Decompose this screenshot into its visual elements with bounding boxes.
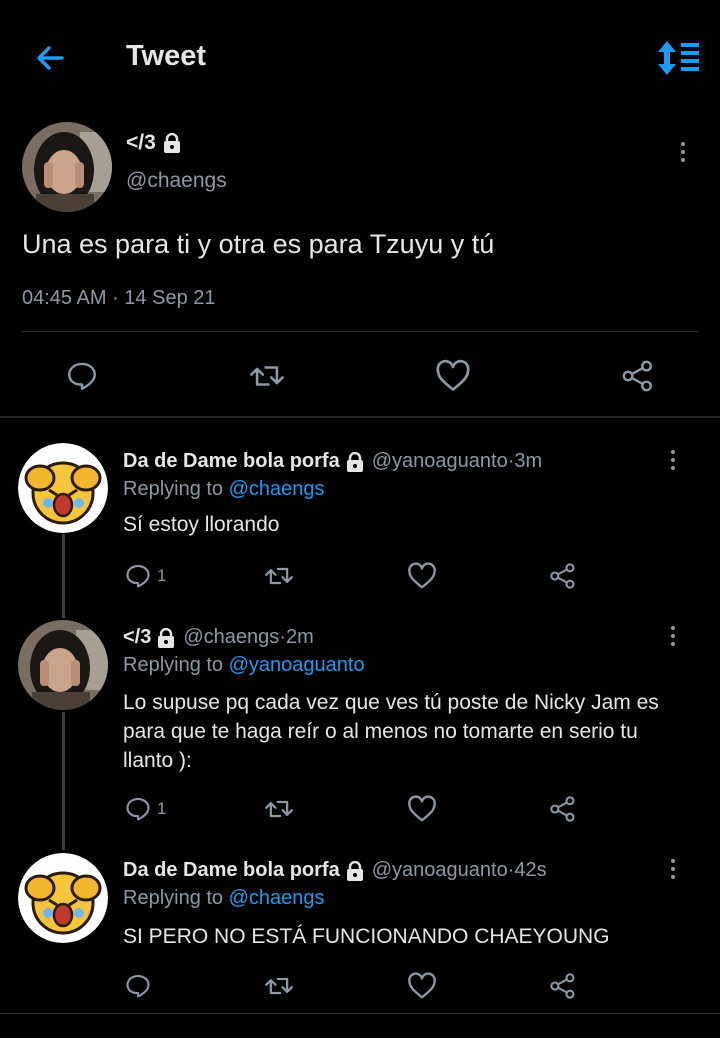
author-handle[interactable]: @yanoaguanto (372, 859, 508, 882)
retweet-button[interactable] (248, 359, 286, 393)
reply-text: Lo supuse pq cada vez que ves tú poste d… (123, 691, 659, 772)
retweet-icon (265, 567, 293, 585)
crying-emoji-avatar-image (18, 443, 108, 533)
more-options-button[interactable] (663, 445, 683, 475)
author-name[interactable]: Da de Dame bola porfa (123, 859, 340, 882)
thread-connector (62, 534, 65, 618)
like-button[interactable] (407, 972, 437, 1000)
retweet-icon (265, 800, 293, 818)
reply-button[interactable] (65, 359, 99, 393)
reply-time: 3m (514, 450, 543, 472)
reply-button[interactable] (123, 972, 157, 1000)
lock-icon (163, 133, 180, 153)
share-icon (622, 360, 652, 392)
more-options-button[interactable] (663, 621, 683, 651)
share-button[interactable] (548, 972, 578, 1000)
tweet-text: Una es para ti y otra es para Tzuyu y tú (22, 229, 495, 259)
replying-to: Replying to @chaengs (123, 887, 325, 909)
heart-icon (408, 562, 436, 589)
dot (671, 859, 675, 863)
author-handle[interactable]: @chaengs (183, 626, 279, 649)
share-icon (550, 563, 575, 589)
dot (671, 634, 675, 638)
page-title: Tweet (126, 40, 207, 72)
like-button[interactable] (435, 359, 471, 393)
dot (671, 867, 675, 871)
share-icon (550, 973, 575, 999)
reply-icon (126, 565, 150, 588)
top-app-bar: Tweet (0, 0, 720, 115)
dot (681, 158, 685, 162)
reply-text: Sí estoy llorando (123, 513, 280, 536)
reply-header: Da de Dame bola porfa @yanoaguanto · 3m (123, 450, 543, 473)
dot (671, 642, 675, 646)
dot (671, 458, 675, 462)
person-avatar-image (22, 122, 112, 212)
reply-icon (68, 362, 96, 390)
tweet-timestamp: 04:45 AM · 14 Sep 21 (22, 287, 216, 309)
reply-time: 42s (514, 859, 547, 881)
crying-emoji-avatar-image (18, 853, 108, 943)
person-avatar-image (18, 620, 108, 710)
dot (671, 626, 675, 630)
reply-time: 2m (285, 626, 314, 648)
more-options-button[interactable] (663, 854, 683, 884)
sort-replies-icon (658, 41, 699, 75)
reply-button[interactable]: 1 (123, 562, 166, 590)
dot (681, 142, 685, 146)
retweet-button[interactable] (263, 795, 295, 823)
sort-replies-button[interactable] (650, 38, 702, 78)
heart-icon (408, 795, 436, 822)
reply-text: SI PERO NO ESTÁ FUNCIONANDO CHAEYOUNG (123, 925, 610, 948)
retweet-button[interactable] (263, 972, 295, 1000)
reply-header: </3 @chaengs · 2m (123, 626, 314, 649)
reply-button[interactable]: 1 (123, 795, 166, 823)
share-icon (550, 796, 575, 822)
heart-icon (436, 359, 470, 391)
author-name[interactable]: </3 (126, 131, 182, 155)
share-button[interactable] (548, 795, 578, 823)
more-options-button[interactable] (673, 137, 693, 167)
reply-icon (126, 975, 150, 998)
avatar[interactable] (18, 853, 108, 943)
avatar[interactable] (22, 122, 112, 212)
mention-link[interactable]: @chaengs (229, 478, 325, 500)
dot (671, 875, 675, 879)
lock-icon (346, 451, 363, 472)
share-button[interactable] (548, 562, 578, 590)
retweet-icon (250, 366, 284, 386)
avatar[interactable] (18, 620, 108, 710)
reply-count: 1 (157, 566, 167, 585)
reply-icon (126, 798, 150, 821)
dot (681, 150, 685, 154)
author-name[interactable]: </3 (123, 626, 151, 649)
lock-icon (158, 627, 175, 648)
replying-to: Replying to @yanoaguanto (123, 654, 365, 676)
arrow-left-icon (37, 46, 64, 70)
mention-link[interactable]: @chaengs (229, 887, 325, 909)
reply-count: 1 (157, 799, 167, 818)
share-button[interactable] (620, 359, 656, 393)
retweet-button[interactable] (263, 562, 295, 590)
thread-connector (62, 712, 65, 850)
dot (671, 466, 675, 470)
lock-icon (346, 860, 363, 881)
author-handle[interactable]: @chaengs (126, 169, 227, 193)
like-button[interactable] (407, 795, 437, 823)
divider (0, 416, 720, 418)
tweet-actions (0, 345, 720, 405)
mention-link[interactable]: @yanoaguanto (229, 654, 365, 676)
author-handle[interactable]: @yanoaguanto (372, 450, 508, 473)
divider (22, 331, 698, 332)
dot (671, 450, 675, 454)
avatar[interactable] (18, 443, 108, 533)
heart-icon (408, 972, 436, 999)
divider (0, 1013, 720, 1014)
back-button[interactable] (30, 38, 70, 78)
retweet-icon (265, 977, 293, 995)
like-button[interactable] (407, 562, 437, 590)
author-name[interactable]: Da de Dame bola porfa (123, 450, 340, 473)
replying-to: Replying to @chaengs (123, 478, 325, 500)
reply-header: Da de Dame bola porfa @yanoaguanto · 42s (123, 859, 547, 882)
